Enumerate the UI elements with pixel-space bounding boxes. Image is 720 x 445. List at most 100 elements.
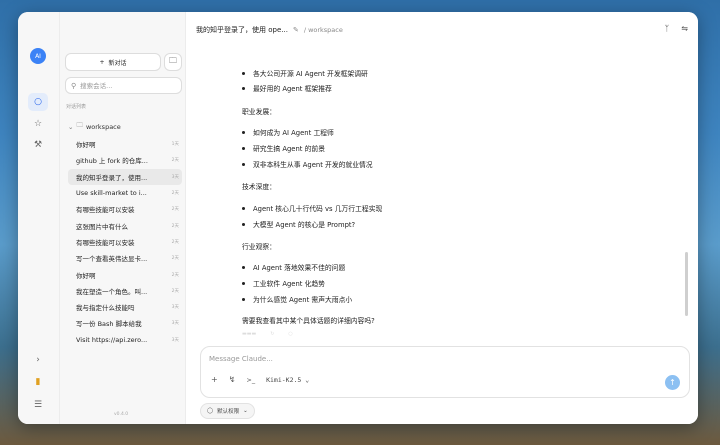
bullet-icon: [242, 265, 245, 269]
conversation-title: 你好啊: [76, 271, 96, 280]
list-item[interactable]: 你好啊 2天: [68, 266, 182, 282]
conversation-sidebar: + 新对话 🗀 ⚲ 对话列表 ⌄ 🗀 workspace 你好啊 1天 githu…: [60, 12, 186, 424]
item-text: Agent 核心几十行代码 vs 几万行工程实现: [253, 205, 383, 213]
chat-icon[interactable]: ○: [28, 93, 48, 111]
sliders-icon[interactable]: ☰: [28, 396, 48, 414]
share-icon[interactable]: ⇋: [681, 24, 688, 33]
list-item[interactable]: Visit https://api.zero... 3天: [68, 332, 182, 348]
new-chat-label: 新对话: [108, 59, 127, 67]
item-text: 双非本科生从事 Agent 开发的就业情况: [253, 161, 373, 169]
conversation-title: 这张图片中有什么: [76, 222, 128, 231]
item-text: 大模型 Agent 的核心是 Prompt?: [253, 221, 356, 229]
terminal-icon[interactable]: >_: [246, 376, 255, 384]
shield-icon: ◯: [207, 408, 214, 414]
conversation-title: 写一个查看英伟达显卡...: [76, 255, 148, 264]
workspace-folder[interactable]: ⌄ 🗀 workspace: [68, 121, 121, 132]
conversation-date: 2天: [171, 288, 179, 294]
pencil-icon[interactable]: ✎: [293, 26, 299, 34]
list-item: Agent 核心几十行代码 vs 几万行工程实现: [242, 203, 382, 213]
list-item[interactable]: github 上 fork 的仓库... 2天: [68, 152, 182, 168]
chevron-down-icon: ⌄: [68, 122, 74, 131]
list-item: 为什么感觉 Agent 需声大雨点小: [242, 294, 352, 304]
conversation-title: 有哪些技能可以安装: [76, 206, 135, 215]
list-item[interactable]: 这张图片中有什么 2天: [68, 217, 182, 233]
folder-icon: 🗀: [169, 56, 177, 65]
conversation-title: Visit https://api.zero...: [76, 335, 148, 344]
list-item[interactable]: 你好啊 1天: [68, 136, 182, 152]
section-heading: 职业发展：: [242, 108, 276, 116]
list-item[interactable]: 写一个查看英伟达显卡... 2天: [68, 250, 182, 266]
star-icon[interactable]: ☆: [28, 115, 48, 133]
plus-icon: +: [99, 58, 105, 66]
more-icon[interactable]: ○: [288, 331, 292, 337]
item-text: 为什么感觉 Agent 需声大雨点小: [253, 296, 353, 304]
conversation-date: 3天: [171, 337, 179, 343]
conversation-title: Use skill-market to i...: [76, 189, 147, 198]
plus-icon[interactable]: +: [211, 375, 218, 384]
bullet-icon: [242, 222, 245, 226]
copy-icon[interactable]: ▬▬▬: [242, 331, 256, 337]
list-item: 工业软件 Agent 化趋势: [242, 278, 325, 288]
wrench-icon[interactable]: ⚒: [28, 136, 48, 154]
folder-name: workspace: [85, 122, 121, 131]
follow-up-question: 需要我查看其中某个具体话题的详细内容吗?: [242, 317, 375, 325]
list-item: AI Agent 落地效果不佳的问题: [242, 262, 345, 272]
list-item: 大模型 Agent 的核心是 Prompt?: [242, 219, 355, 229]
lightning-icon[interactable]: ↯: [229, 375, 236, 384]
folder-icon: 🗀: [76, 121, 83, 129]
conversation-date: 2天: [171, 223, 179, 229]
list-item: 如何成为 AI Agent 工程师: [242, 127, 334, 137]
header-actions: ᛉ ⇋: [664, 24, 688, 33]
permission-label: 默认权限: [217, 409, 240, 415]
message-actions: ▬▬▬ ↻ ○: [242, 331, 293, 337]
chevron-right-icon[interactable]: ›: [28, 351, 48, 369]
model-name: Kimi-K2.5: [266, 375, 302, 384]
list-item[interactable]: Use skill-market to i... 2天: [68, 185, 182, 201]
new-chat-button[interactable]: + 新对话: [65, 53, 161, 71]
chat-main: 我的知乎登录了，使用 ope... ✎ / workspace ᛉ ⇋ 各大公司…: [186, 12, 698, 424]
message-input[interactable]: [209, 355, 609, 369]
conversation-date: 3天: [171, 174, 179, 180]
list-item[interactable]: 有哪些技能可以安装 2天: [68, 234, 182, 250]
model-selector[interactable]: Kimi-K2.5 ⌄: [266, 376, 309, 384]
list-item-selected[interactable]: 我的知乎登录了，使用... 3天: [68, 168, 182, 185]
conversation-date: 1天: [171, 142, 179, 148]
retry-icon[interactable]: ↻: [270, 331, 274, 337]
conversation-list: 你好啊 1天 github 上 fork 的仓库... 2天 我的知乎登录了，使用.…: [68, 136, 182, 348]
arrow-up-icon: ↑: [669, 378, 676, 387]
item-text: 最好用的 Agent 框架推荐: [253, 85, 332, 93]
list-item[interactable]: 我与指定什么技能吗 3天: [68, 299, 182, 315]
branch-icon[interactable]: ᛉ: [664, 24, 669, 33]
item-text: AI Agent 落地效果不佳的问题: [253, 264, 346, 272]
list-item[interactable]: 有哪些技能可以安装 2天: [68, 201, 182, 217]
new-folder-button[interactable]: 🗀: [164, 53, 182, 71]
conversation-title: 你好啊: [76, 141, 96, 150]
page-title: 我的知乎登录了，使用 ope...: [196, 26, 288, 34]
list-item[interactable]: 我在塑造一个角色。叫... 2天: [68, 283, 182, 299]
section-heading: 行业观察：: [242, 243, 276, 251]
conversation-title: 我的知乎登录了，使用...: [76, 173, 148, 182]
trophy-icon[interactable]: ▮: [28, 373, 48, 391]
section-label: 对话列表: [66, 104, 87, 110]
search-input[interactable]: [80, 81, 176, 90]
conversation-date: 2天: [171, 158, 179, 164]
conversation-title: github 上 fork 的仓库...: [76, 157, 148, 166]
send-button[interactable]: ↑: [665, 375, 680, 390]
conversation-title: 我在塑造一个角色。叫...: [76, 287, 148, 296]
list-item: 研究生搞 Agent 的前景: [242, 143, 325, 153]
composer-tools: + ↯ >_ Kimi-K2.5 ⌄: [211, 375, 309, 384]
permission-selector[interactable]: ◯ 默认权限 ⌄: [200, 403, 255, 419]
bullet-icon: [242, 130, 245, 134]
list-item[interactable]: 写一份 Bash 脚本给我 3天: [68, 315, 182, 331]
app-window: AI ○ ☆ ⚒ › ▮ ☰ + 新对话 🗀 ⚲ 对话列表 ⌄ 🗀 worksp…: [18, 12, 698, 424]
chevron-down-icon: ⌄: [305, 375, 310, 384]
item-text: 工业软件 Agent 化趋势: [253, 280, 326, 288]
bullet-icon: [242, 162, 245, 166]
scrollbar[interactable]: [685, 252, 688, 316]
conversation-date: 2天: [171, 191, 179, 197]
breadcrumb[interactable]: / workspace: [304, 26, 343, 34]
conversation-title: 有哪些技能可以安装: [76, 238, 135, 247]
bullet-icon: [242, 281, 245, 285]
search-box: ⚲: [65, 77, 182, 94]
search-icon: ⚲: [71, 81, 77, 90]
